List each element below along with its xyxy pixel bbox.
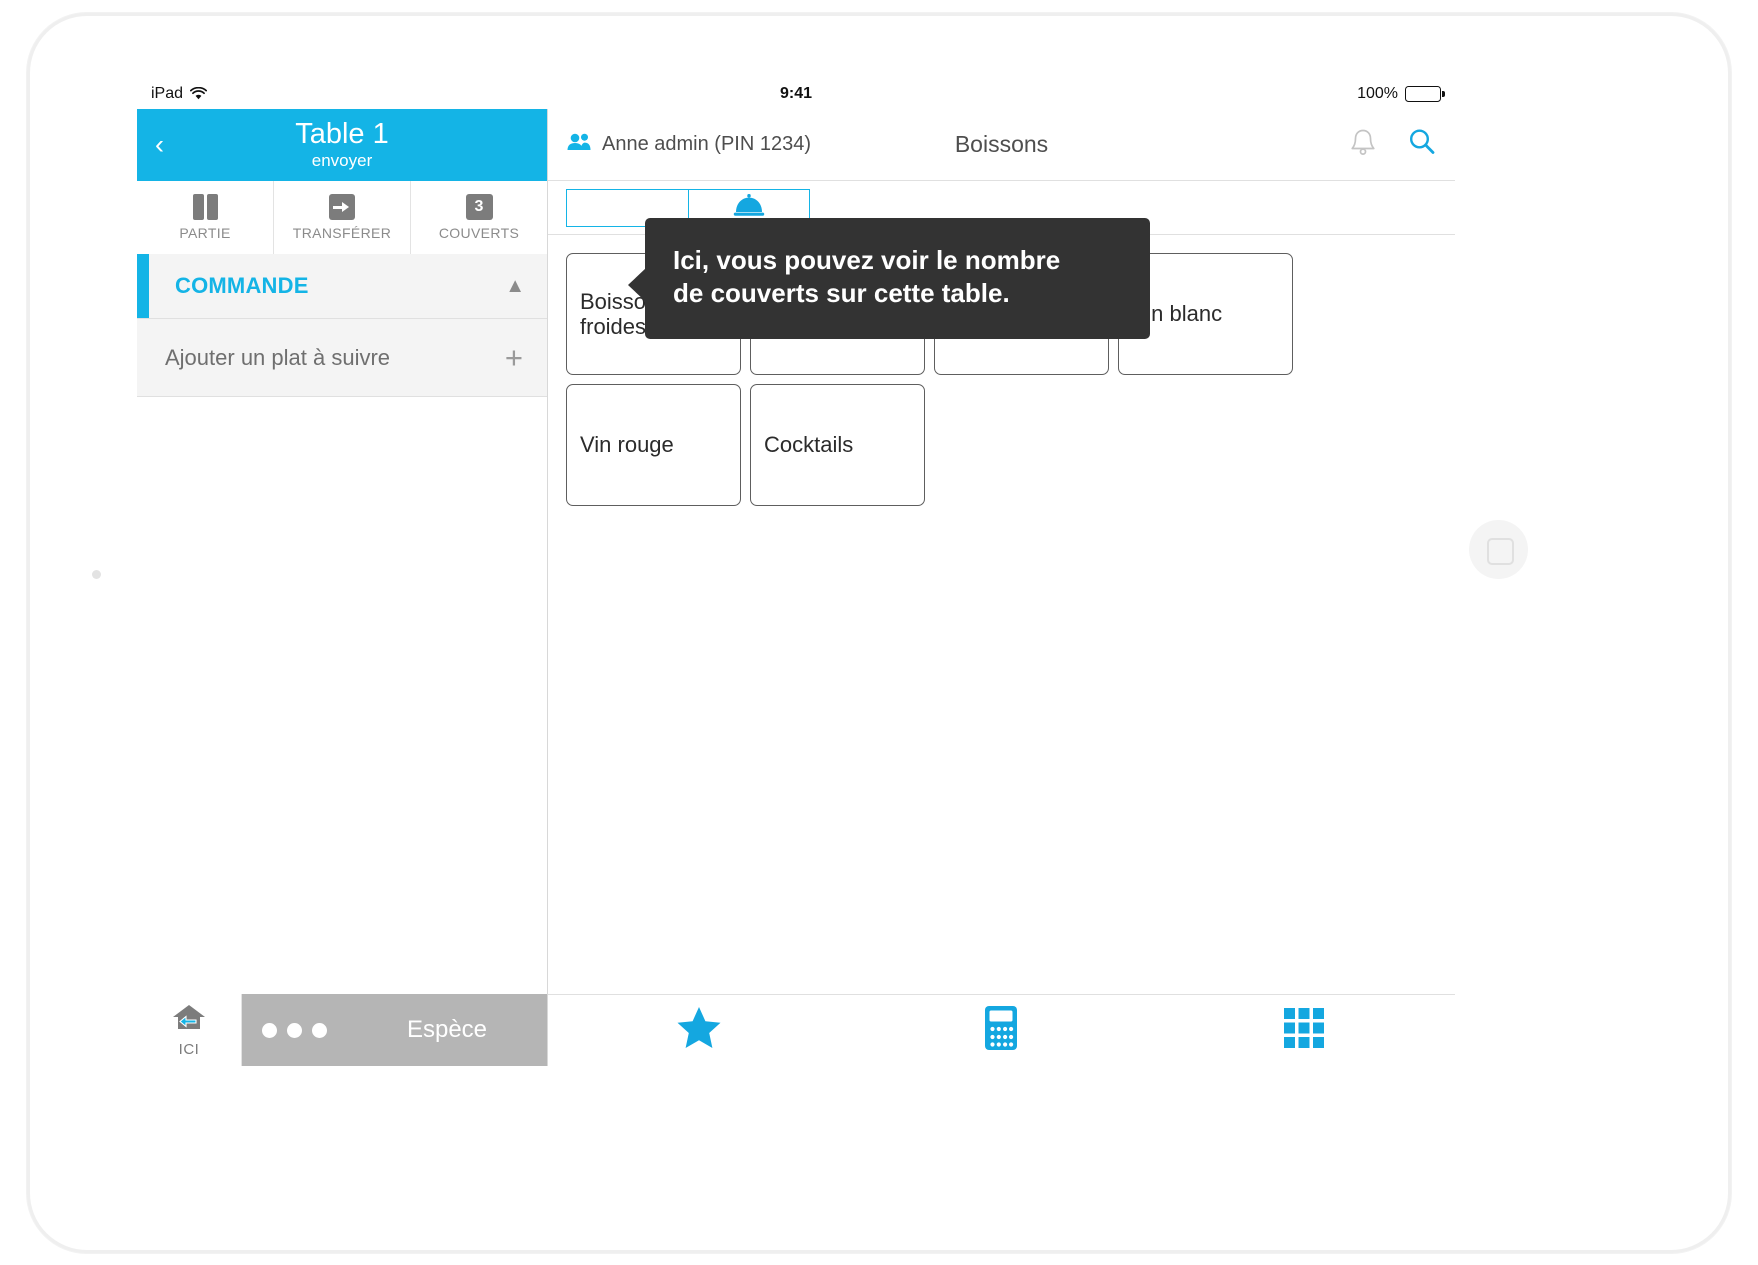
- section-accent-bar: [137, 254, 149, 318]
- tooltip-arrow-icon: [628, 268, 646, 302]
- calculator-button[interactable]: [850, 1005, 1152, 1056]
- status-bar-clock: 9:41: [779, 84, 813, 102]
- more-options-button[interactable]: [242, 994, 347, 1066]
- chevron-up-icon[interactable]: ▲: [505, 275, 525, 298]
- add-course-row[interactable]: Ajouter un plat à suivre +: [137, 319, 547, 397]
- calculator-icon: [984, 1005, 1018, 1056]
- cash-label: Espèce: [406, 1016, 488, 1043]
- battery-percent-label: 100%: [1357, 84, 1398, 102]
- cash-payment-button[interactable]: Espèce: [347, 994, 547, 1066]
- battery-icon: [1405, 85, 1445, 102]
- category-tile[interactable]: Cocktails: [750, 384, 925, 506]
- ici-label: ICI: [178, 1040, 200, 1058]
- order-action-row: PARTIE TRANSFÉRER 3 COUVERTS: [137, 181, 547, 254]
- transferer-button[interactable]: TRANSFÉRER: [274, 181, 411, 254]
- order-panel: ‹ Table 1 envoyer PARTIE TRANSFÉRER 3 CO…: [137, 109, 548, 1066]
- order-header: ‹ Table 1 envoyer: [137, 109, 547, 181]
- transferer-label: TRANSFÉRER: [292, 225, 392, 241]
- partie-label: PARTIE: [179, 225, 231, 241]
- home-button[interactable]: [1469, 520, 1528, 579]
- plus-icon[interactable]: +: [505, 342, 523, 373]
- order-subtitle[interactable]: envoyer: [312, 151, 372, 171]
- covers-count-icon: 3: [465, 194, 493, 220]
- commande-section-header[interactable]: COMMANDE ▲: [137, 254, 547, 319]
- category-tile[interactable]: Vin rouge: [566, 384, 741, 506]
- keypad-grid-button[interactable]: [1153, 1007, 1455, 1054]
- tooltip-line-2: de couverts sur cette table.: [673, 278, 1010, 309]
- order-items-list: [137, 397, 547, 994]
- partie-button[interactable]: PARTIE: [137, 181, 274, 254]
- ellipsis-icon: [312, 1022, 327, 1038]
- ici-home-button[interactable]: ICI: [137, 994, 242, 1066]
- ellipsis-icon: [262, 1022, 277, 1038]
- favorites-button[interactable]: [548, 1006, 850, 1055]
- ellipsis-icon: [287, 1022, 302, 1038]
- tooltip-line-1: Ici, vous pouvez voir le nombre: [673, 245, 1061, 275]
- app-screen: iPad 9:41 100% ‹ Table 1 envoyer PARTIE …: [137, 78, 1455, 1066]
- commande-label: COMMANDE: [175, 273, 309, 298]
- house-back-arrow-icon: [171, 1003, 207, 1038]
- add-course-label: Ajouter un plat à suivre: [165, 344, 391, 370]
- bell-icon[interactable]: [1349, 127, 1377, 162]
- search-icon[interactable]: [1407, 127, 1437, 162]
- current-user-name: Anne admin (PIN 1234): [602, 133, 812, 155]
- coachmark-tooltip[interactable]: Ici, vous pouvez voir le nombre de couve…: [628, 218, 1150, 339]
- grid-icon: [1283, 1007, 1325, 1054]
- ipad-device-frame: iPad 9:41 100% ‹ Table 1 envoyer PARTIE …: [27, 13, 1731, 1253]
- current-user-chip[interactable]: Anne admin (PIN 1234): [566, 132, 811, 157]
- page-title: Table 1: [295, 118, 389, 151]
- catalog-header-actions: [1349, 127, 1437, 162]
- order-bottom-bar: ICI Espèce: [137, 994, 547, 1066]
- status-bar-right: 100%: [1357, 84, 1445, 103]
- chevron-left-icon[interactable]: ‹: [155, 131, 164, 159]
- couverts-button[interactable]: 3 COUVERTS: [411, 181, 547, 254]
- couverts-label: COUVERTS: [438, 225, 520, 241]
- star-icon: [676, 1006, 722, 1055]
- category-tile-grid: Boissons froides Boissons chaudes Bières…: [548, 235, 1455, 994]
- split-columns-icon: [192, 194, 218, 220]
- front-camera-icon: [92, 570, 101, 579]
- catalog-bottom-bar: [548, 994, 1455, 1066]
- catalog-header: Anne admin (PIN 1234) Boissons: [548, 109, 1455, 181]
- arrow-right-box-icon: [329, 194, 355, 220]
- users-icon: [566, 132, 592, 157]
- ios-status-bar: iPad 9:41 100%: [137, 78, 1455, 109]
